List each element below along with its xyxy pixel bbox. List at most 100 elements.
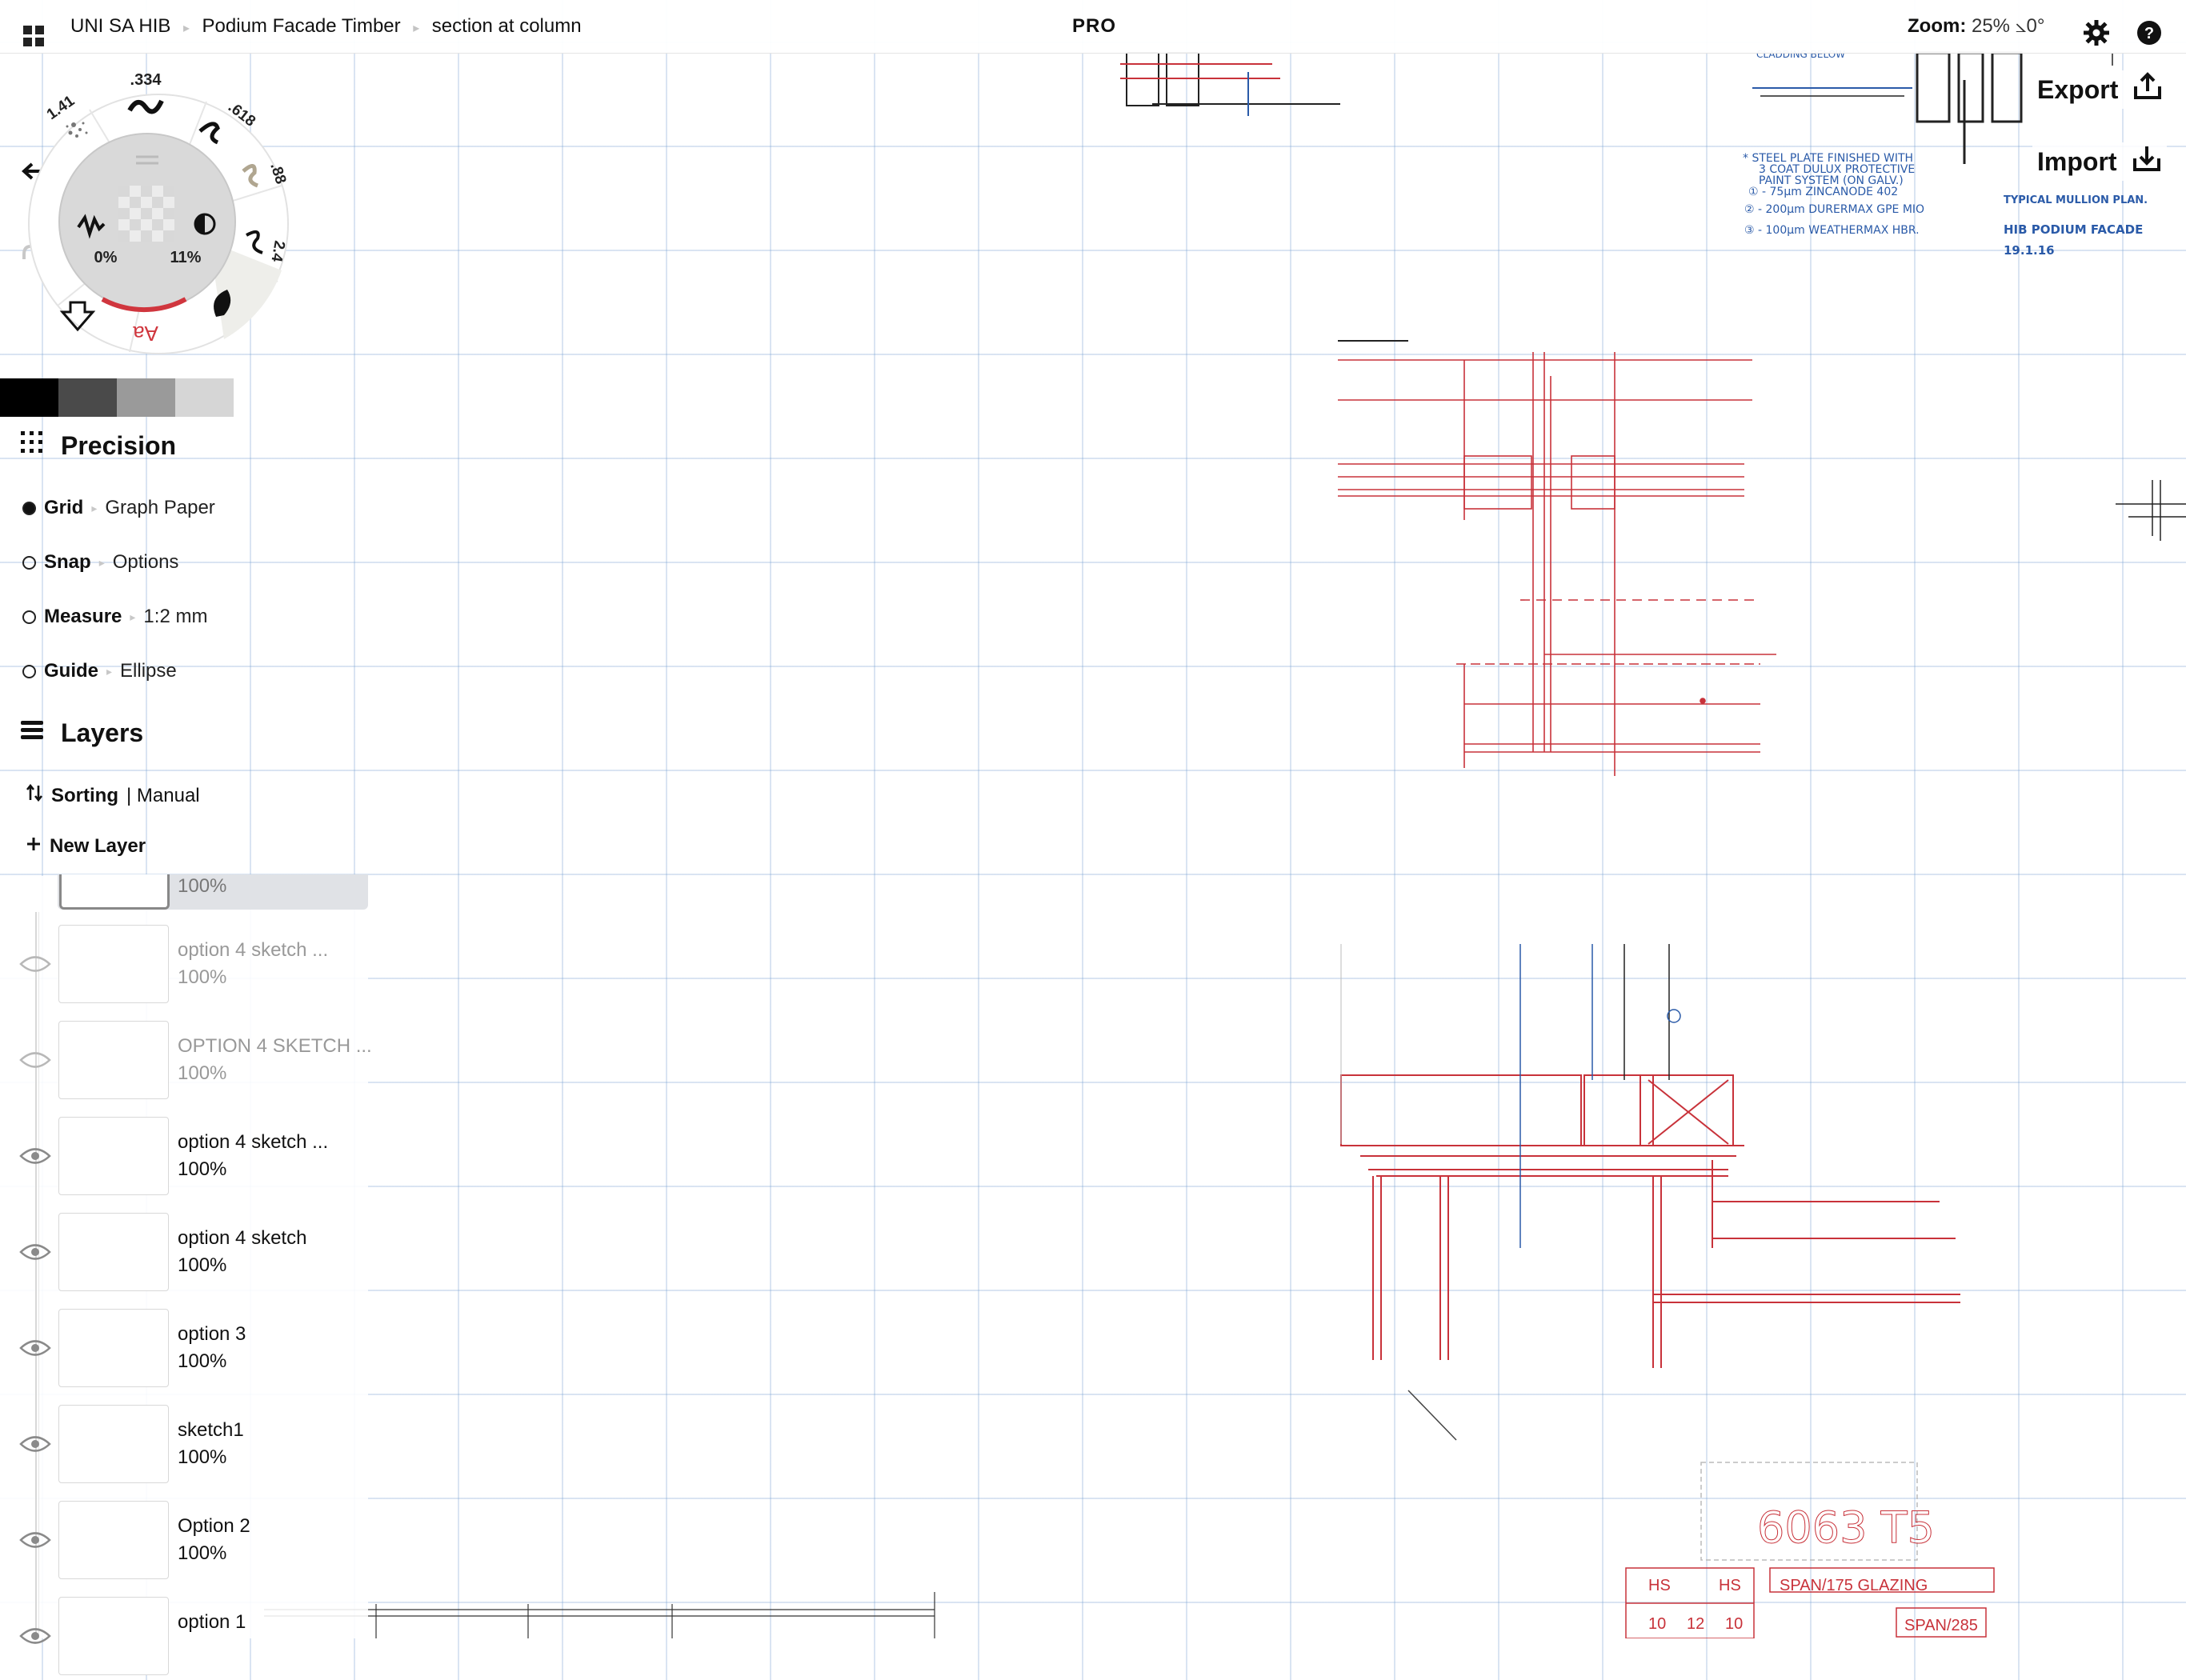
eye-hidden-icon[interactable] xyxy=(19,955,51,977)
chevron-right-icon: ▸ xyxy=(91,501,98,514)
brush-slot-label: 1.41 xyxy=(44,92,78,123)
layer-row[interactable]: option 1 xyxy=(0,1592,368,1680)
eye-icon[interactable] xyxy=(19,1243,51,1265)
measure-value[interactable]: 1:2 mm xyxy=(143,606,207,628)
precision-row-snap[interactable]: Snap ▸ Options xyxy=(22,546,178,578)
svg-text:HS: HS xyxy=(1648,1577,1671,1594)
layer-name[interactable]: option 1 xyxy=(178,1611,246,1634)
export-label: Export xyxy=(2037,74,2119,104)
grid-value[interactable]: Graph Paper xyxy=(105,497,214,519)
precision-row-grid[interactable]: Grid ▸ Graph Paper xyxy=(22,492,215,524)
zoom-label: Zoom: xyxy=(1908,15,1967,37)
breadcrumb-drawing[interactable]: section at column xyxy=(432,15,582,37)
svg-text:10: 10 xyxy=(1725,1615,1743,1633)
upload-icon xyxy=(2132,72,2163,107)
svg-text:TYPICAL MULLION PLAN.: TYPICAL MULLION PLAN. xyxy=(2004,194,2148,206)
svg-text:12: 12 xyxy=(1687,1615,1704,1633)
sorting-value: | Manual xyxy=(126,784,200,806)
measure-radio[interactable] xyxy=(22,610,36,624)
text-tool-icon[interactable]: Aa xyxy=(133,322,158,346)
brush-wheel[interactable]: 0% 11% .334 .618 .88 2.4 1.41 Aa xyxy=(18,58,299,362)
layer-name[interactable]: option 4 sketch xyxy=(178,1227,306,1250)
swatch-light-gray[interactable] xyxy=(175,378,234,417)
help-icon[interactable]: ? xyxy=(2136,14,2162,45)
layer-row[interactable]: OPTION 4 SKETCH ... 100% xyxy=(0,1016,372,1104)
swatch-black[interactable] xyxy=(0,378,58,417)
selected-layer-opacity: 100% xyxy=(178,875,227,897)
layer-name[interactable]: option 4 sketch ... xyxy=(178,1131,328,1154)
top-bar: UNI SA HIB ▸ Podium Facade Timber ▸ sect… xyxy=(0,0,2186,54)
eye-icon[interactable] xyxy=(19,1147,51,1169)
svg-text:SPAN/285: SPAN/285 xyxy=(1904,1617,1978,1634)
snap-radio[interactable] xyxy=(22,555,36,570)
export-button[interactable]: Export xyxy=(2032,70,2168,109)
layer-opacity: 100% xyxy=(178,1158,227,1180)
svg-text:HIB PODIUM FACADE: HIB PODIUM FACADE xyxy=(2004,222,2143,237)
layers-icon xyxy=(19,718,45,748)
precision-header[interactable]: Precision xyxy=(19,430,176,462)
layer-name[interactable]: sketch1 xyxy=(178,1419,244,1442)
layer-row[interactable]: option 4 sketch ... 100% xyxy=(0,920,368,1008)
layer-row[interactable]: sketch1 100% xyxy=(0,1400,368,1488)
layer-thumbnail[interactable] xyxy=(58,925,169,1003)
layer-row[interactable]: option 3 100% xyxy=(0,1304,368,1392)
swatch-mid-gray[interactable] xyxy=(117,378,175,417)
svg-text:② - 200μm DURERMAX GPE MIO: ② - 200μm DURERMAX GPE MIO xyxy=(1744,203,1924,216)
layer-opacity: 100% xyxy=(178,1446,227,1468)
svg-text:19.1.16: 19.1.16 xyxy=(2004,243,2055,258)
svg-text:6063 T5: 6063 T5 xyxy=(1757,1502,1935,1553)
import-button[interactable]: Import xyxy=(2032,142,2167,181)
eye-icon[interactable] xyxy=(19,1339,51,1361)
swatch-dark-gray[interactable] xyxy=(58,378,117,417)
layers-title: Layers xyxy=(61,718,144,747)
snap-label: Snap xyxy=(44,551,91,573)
layer-thumbnail[interactable] xyxy=(58,1021,169,1099)
color-swatches xyxy=(0,378,234,417)
layer-sorting[interactable]: Sorting | Manual xyxy=(26,783,200,807)
grid-label: Grid xyxy=(44,497,84,518)
sketch-right-edge xyxy=(2116,480,2186,541)
layer-name[interactable]: option 4 sketch ... xyxy=(178,939,328,962)
gallery-grid-icon[interactable] xyxy=(22,15,45,46)
layer-thumbnail[interactable] xyxy=(58,1309,169,1387)
selected-layer-thumbnail[interactable] xyxy=(59,874,170,910)
layer-name[interactable]: option 3 xyxy=(178,1323,246,1346)
zoom-readout[interactable]: Zoom: 25% ⦣0° xyxy=(1908,0,2044,53)
layer-opacity: 100% xyxy=(178,1062,227,1084)
precision-row-guide[interactable]: Guide ▸ Ellipse xyxy=(22,655,177,687)
grid-radio[interactable] xyxy=(22,501,36,515)
sketch-tags: 6063 T5 HS HS SPAN/175 GLAZING 10 12 10 … xyxy=(1625,1462,1995,1638)
layer-row[interactable]: option 4 sketch 100% xyxy=(0,1208,368,1296)
gear-icon[interactable] xyxy=(2083,14,2110,46)
guide-label: Guide xyxy=(44,660,99,682)
svg-text:HS: HS xyxy=(1719,1577,1741,1594)
new-layer-button[interactable]: New Layer xyxy=(26,835,146,858)
svg-text:SPAN/175 GLAZING: SPAN/175 GLAZING xyxy=(1780,1577,1928,1594)
layer-thumbnail[interactable] xyxy=(58,1117,169,1195)
layer-opacity: 100% xyxy=(178,1254,227,1276)
precision-grid-icon xyxy=(19,430,45,462)
layer-row[interactable]: Option 2 100% xyxy=(0,1496,368,1584)
svg-text:10: 10 xyxy=(1648,1615,1666,1633)
snap-value[interactable]: Options xyxy=(113,551,179,574)
eye-hidden-icon[interactable] xyxy=(19,1051,51,1073)
layer-thumbnail[interactable] xyxy=(58,1213,169,1291)
pro-badge[interactable]: PRO xyxy=(1072,0,1116,53)
guide-value[interactable]: Ellipse xyxy=(120,660,177,682)
layer-thumbnail[interactable] xyxy=(58,1501,169,1579)
layer-thumbnail[interactable] xyxy=(58,1405,169,1483)
eye-icon[interactable] xyxy=(19,1531,51,1553)
layer-name[interactable]: OPTION 4 SKETCH ... xyxy=(178,1035,372,1058)
eye-icon[interactable] xyxy=(19,1435,51,1457)
breadcrumb-gallery[interactable]: UNI SA HIB xyxy=(70,15,170,37)
layers-header[interactable]: Layers xyxy=(19,718,143,748)
plus-icon xyxy=(26,835,42,858)
layer-name[interactable]: Option 2 xyxy=(178,1515,250,1538)
layer-thumbnail[interactable] xyxy=(58,1597,169,1675)
opacity-value: 0% xyxy=(94,249,118,266)
layer-row[interactable]: option 4 sketch ... 100% xyxy=(0,1112,368,1200)
layer-opacity: 100% xyxy=(178,966,227,988)
guide-radio[interactable] xyxy=(22,664,36,678)
breadcrumb-project[interactable]: Podium Facade Timber xyxy=(202,15,401,37)
precision-row-measure[interactable]: Measure ▸ 1:2 mm xyxy=(22,601,207,633)
